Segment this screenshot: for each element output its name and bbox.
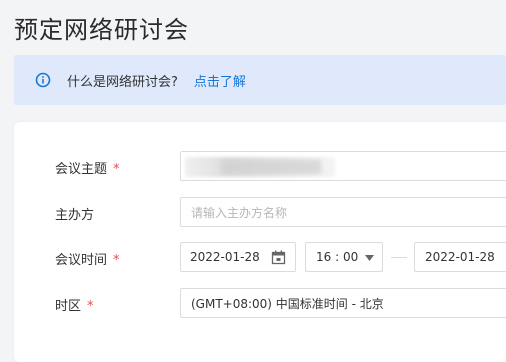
redacted-topic-value-overlay — [221, 160, 321, 174]
end-date-value: 2022-01-28 — [425, 250, 495, 264]
host-row: 主办方 请输入主办方名称 — [14, 197, 506, 229]
timezone-row: 时区 * (GMT+08:00) 中国标准时间 - 北京 — [14, 288, 506, 320]
schedule-form-card: 会议主题 * 主办方 请输入主办方名称 会议时间 * 2022-01-28 16… — [14, 122, 506, 362]
timezone-label: 时区 * — [55, 295, 94, 314]
required-mark: * — [87, 299, 94, 314]
host-input[interactable]: 请输入主办方名称 — [180, 197, 506, 227]
start-date-picker[interactable]: 2022-01-28 — [180, 242, 296, 272]
topic-label-text: 会议主题 — [55, 162, 108, 177]
topic-label: 会议主题 * — [55, 158, 120, 177]
timezone-label-text: 时区 — [55, 299, 82, 314]
start-time-select[interactable]: 16 : 00 — [305, 242, 383, 272]
banner-text: 什么是网络研讨会? — [67, 74, 178, 90]
time-row: 会议时间 * 2022-01-28 16 : 00 2022-01-28 — [14, 242, 506, 274]
topic-row: 会议主题 * — [14, 151, 506, 183]
required-mark: * — [113, 162, 120, 177]
time-label-text: 会议时间 — [55, 253, 108, 268]
timezone-select[interactable]: (GMT+08:00) 中国标准时间 - 北京 — [180, 288, 506, 318]
time-label: 会议时间 * — [55, 249, 120, 268]
caret-down-icon — [365, 255, 374, 261]
host-placeholder: 请输入主办方名称 — [191, 205, 288, 220]
timezone-value: (GMT+08:00) 中国标准时间 - 北京 — [191, 296, 384, 311]
info-banner: 什么是网络研讨会? 点击了解 — [14, 55, 506, 105]
calendar-icon[interactable] — [271, 250, 286, 265]
required-mark: * — [113, 253, 120, 268]
time-range-separator — [391, 257, 407, 258]
learn-more-link[interactable]: 点击了解 — [194, 71, 246, 90]
start-date-value: 2022-01-28 — [190, 250, 260, 264]
page-title: 预定网络研讨会 — [14, 16, 189, 44]
start-time-value: 16 : 00 — [316, 250, 359, 264]
info-circle-icon — [35, 72, 51, 88]
end-date-picker[interactable]: 2022-01-28 — [414, 242, 506, 272]
topic-input[interactable] — [180, 151, 506, 181]
host-label: 主办方 — [55, 208, 95, 223]
